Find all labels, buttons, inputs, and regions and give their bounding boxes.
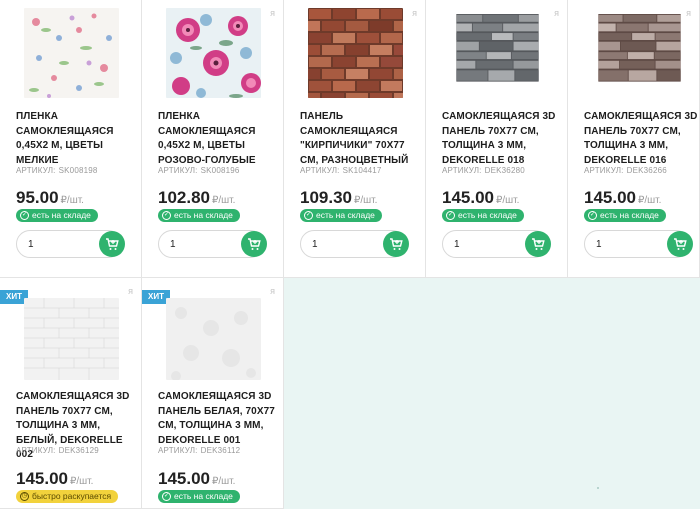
stock-badge: ✓ есть на складе: [300, 209, 382, 222]
product-price: 109.30 ₽/шт.: [300, 188, 378, 207]
product-title[interactable]: САМОКЛЕЯЩАЯСЯ 3D ПАНЕЛЬ 70Х77 СМ, ТОЛЩИН…: [584, 110, 699, 168]
check-icon: ✓: [588, 211, 597, 220]
stock-badge: ◷ быстро раскупается: [16, 490, 119, 503]
product-sku: АРТИКУЛ: SK008196: [158, 166, 240, 175]
product-card[interactable]: я САМОКЛЕЯЩАЯСЯ 3D ПАНЕЛЬ 70Х77 СМ, ТОЛЩ…: [568, 0, 700, 278]
product-image-floral-pink[interactable]: [166, 8, 261, 98]
cart-icon: [390, 238, 403, 250]
product-price: 145.00 ₽/шт.: [16, 469, 94, 488]
decorative-dot: [597, 487, 599, 489]
product-card[interactable]: я ПЛЕНКА САМОКЛЕЯЩАЯСЯ 0,45Х2 М, ЦВЕТЫ Р…: [142, 0, 284, 278]
check-icon: ✓: [20, 211, 29, 220]
cart-icon: [106, 238, 119, 250]
cart-icon: [674, 238, 687, 250]
product-sku: АРТИКУЛ: SK104417: [300, 166, 382, 175]
product-title[interactable]: ПЛЕНКА САМОКЛЕЯЩАЯСЯ 0,45Х2 М, ЦВЕТЫ МЕЛ…: [16, 110, 141, 168]
check-icon: ✓: [162, 492, 171, 501]
add-to-cart-button[interactable]: [667, 231, 693, 257]
favorite-icon[interactable]: я: [270, 8, 275, 18]
product-sku: АРТИКУЛ: DEK36112: [158, 446, 241, 455]
product-image-floral-small[interactable]: [24, 8, 119, 98]
product-image-white-plain[interactable]: [166, 298, 261, 380]
add-to-cart-button[interactable]: [241, 231, 267, 257]
product-sku: АРТИКУЛ: DEK36280: [442, 166, 525, 175]
clock-icon: ◷: [20, 492, 29, 501]
add-to-cart-button[interactable]: [525, 231, 551, 257]
product-title[interactable]: ПАНЕЛЬ САМОКЛЕЯЩАЯСЯ "КИРПИЧИКИ" 70Х77 С…: [300, 110, 425, 168]
product-sku: АРТИКУЛ: SK008198: [16, 166, 98, 175]
stock-badge: ✓ есть на складе: [16, 209, 98, 222]
check-icon: ✓: [446, 211, 455, 220]
product-card[interactable]: ХИТ я САМОКЛЕЯЩАЯСЯ 3D ПАНЕЛЬ БЕЛАЯ, 70Х…: [142, 278, 284, 509]
product-price: 145.00 ₽/шт.: [158, 469, 236, 488]
product-card[interactable]: ХИТ я САМОКЛЕЯЩАЯСЯ 3D ПАНЕЛЬ 70Х77 СМ, …: [0, 278, 142, 509]
product-sku: АРТИКУЛ: DEK36266: [584, 166, 667, 175]
product-image-stone-gray[interactable]: [450, 14, 545, 92]
favorite-icon[interactable]: я: [128, 286, 133, 296]
add-to-cart-button[interactable]: [383, 231, 409, 257]
product-price: 102.80 ₽/шт.: [158, 188, 236, 207]
favorite-icon[interactable]: я: [554, 8, 559, 18]
cart-icon: [248, 238, 261, 250]
product-title[interactable]: ПЛЕНКА САМОКЛЕЯЩАЯСЯ 0,45Х2 М, ЦВЕТЫ РОЗ…: [158, 110, 283, 168]
stock-badge: ✓ есть на складе: [158, 209, 240, 222]
product-title[interactable]: САМОКЛЕЯЩАЯСЯ 3D ПАНЕЛЬ БЕЛАЯ, 70Х77 СМ,…: [158, 390, 283, 448]
stock-badge: ✓ есть на складе: [158, 490, 240, 503]
check-icon: ✓: [304, 211, 313, 220]
product-price: 95.00 ₽/шт.: [16, 188, 84, 207]
stock-badge: ✓ есть на складе: [442, 209, 524, 222]
cart-icon: [532, 238, 545, 250]
product-image-brick-red[interactable]: [308, 8, 403, 98]
add-to-cart-button[interactable]: [99, 231, 125, 257]
product-image-stone-brown[interactable]: [592, 14, 687, 92]
product-card[interactable]: ПЛЕНКА САМОКЛЕЯЩАЯСЯ 0,45Х2 М, ЦВЕТЫ МЕЛ…: [0, 0, 142, 278]
favorite-icon[interactable]: я: [412, 8, 417, 18]
favorite-icon[interactable]: я: [270, 286, 275, 296]
product-card[interactable]: я САМОКЛЕЯЩАЯСЯ 3D ПАНЕЛЬ 70Х77 СМ, ТОЛЩ…: [426, 0, 568, 278]
product-image-white-brick[interactable]: [24, 298, 119, 380]
check-icon: ✓: [162, 211, 171, 220]
product-sku: АРТИКУЛ: DEK36129: [16, 446, 99, 455]
product-grid: ПЛЕНКА САМОКЛЕЯЩАЯСЯ 0,45Х2 М, ЦВЕТЫ МЕЛ…: [0, 0, 700, 509]
product-price: 145.00 ₽/шт.: [584, 188, 662, 207]
product-card[interactable]: я ПАНЕЛЬ САМОКЛЕЯЩАЯСЯ "КИРПИЧИКИ" 70Х77…: [284, 0, 426, 278]
product-title[interactable]: САМОКЛЕЯЩАЯСЯ 3D ПАНЕЛЬ 70Х77 СМ, ТОЛЩИН…: [442, 110, 567, 168]
favorite-icon[interactable]: я: [686, 8, 691, 18]
stock-badge: ✓ есть на складе: [584, 209, 666, 222]
product-price: 145.00 ₽/шт.: [442, 188, 520, 207]
